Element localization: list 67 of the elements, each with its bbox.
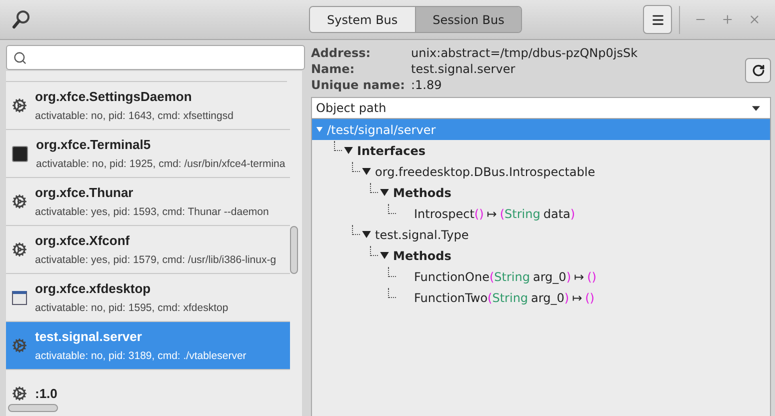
horizontal-scrollbar[interactable] (8, 404, 58, 412)
interface-label: test.signal.Type (375, 226, 469, 244)
method-signature: FunctionOne(String arg_0) ↦ () (414, 268, 596, 286)
tree-row[interactable]: FunctionOne(String arg_0) ↦ () (312, 266, 770, 287)
vertical-scrollbar[interactable] (290, 226, 298, 274)
service-details: activatable: no, pid: 1925, cmd: /usr/bin/xfce4-termina (36, 158, 286, 170)
tree-row[interactable]: Introspect() ↦ (String data) (312, 203, 770, 224)
menu-icon (650, 12, 664, 26)
tree-row[interactable]: Methods (312, 245, 770, 266)
service-name: org.xfce.Terminal5 (36, 136, 152, 152)
service-name: org.xfce.Thunar (35, 184, 134, 200)
service-item[interactable]: org.xfce.SettingsDaemon activatable: no, pid: 1643, cmd: xfsettingsd (6, 82, 290, 130)
magnifier-icon (12, 10, 30, 30)
search-icon (13, 50, 27, 64)
service-details: activatable: no, pid: 3189, cmd: ./vtableserver (35, 350, 246, 362)
method-signature: FunctionTwo(String arg_0) ↦ () (414, 290, 594, 306)
gear-icon (12, 242, 27, 257)
view-dropdown[interactable]: Object path (311, 97, 771, 119)
bus-tab[interactable]: Session Bus (414, 7, 522, 32)
info-label: Unique name: (311, 77, 406, 93)
service-item[interactable]: org.xfce.Xfconf activatable: yes, pid: 1579, cmd: /usr/lib/i386-linux-g (6, 226, 290, 274)
menu-button[interactable] (643, 5, 672, 34)
search-field[interactable] (6, 45, 305, 70)
service-name: :1.0 (35, 386, 58, 401)
info-label: Name: (311, 61, 356, 77)
gear-icon (12, 386, 27, 401)
service-details: activatable: no, pid: 1643, cmd: xfsettingsd (35, 110, 234, 122)
info-label: Address: (311, 45, 372, 61)
info-value: :1.89 (411, 77, 442, 93)
group-label: Interfaces (357, 142, 426, 160)
service-name: test.signal.server (35, 328, 143, 344)
expanded-arrow-icon[interactable] (362, 168, 371, 175)
service-details: activatable: yes, pid: 1579, cmd: /usr/lib/i386-linux-g (35, 254, 276, 266)
expanded-arrow-icon[interactable] (344, 147, 353, 154)
gear-icon (12, 194, 27, 209)
service-item[interactable]: org.xfce.Terminal5 activatable: no, pid: 1925, cmd: /usr/bin/xfce4-termina (6, 130, 290, 178)
refresh-icon (752, 64, 764, 77)
gear-icon (12, 98, 27, 113)
gear-icon (12, 338, 27, 353)
maximize-icon[interactable] (721, 13, 734, 26)
info-value: unix:abstract=/tmp/dbus-pzQNp0jsSk (411, 45, 638, 61)
service-name: org.xfce.xfdesktop (35, 280, 152, 296)
window-icon (12, 290, 27, 304)
tree-row[interactable]: Methods (312, 182, 770, 203)
bus-tab[interactable]: System Bus (310, 7, 415, 32)
tree-row[interactable]: test.signal.Type (312, 224, 770, 245)
service-name: org.xfce.Xfconf (35, 232, 131, 248)
group-label: Methods (393, 248, 452, 264)
object-path-label: /test/signal/server (327, 122, 436, 138)
refresh-button[interactable] (745, 58, 771, 83)
info-value: test.signal.server (411, 61, 516, 77)
expanded-arrow-icon[interactable] (362, 231, 371, 238)
close-icon[interactable] (748, 13, 761, 26)
tree-row[interactable]: FunctionTwo(String arg_0) ↦ () (312, 287, 770, 308)
service-item[interactable]: org.xfce.Thunar activatable: yes, pid: 1593, cmd: Thunar --daemon (6, 178, 290, 226)
service-details: activatable: yes, pid: 1593, cmd: Thunar --daemon (35, 206, 269, 218)
dropdown-arrow-icon (752, 106, 760, 110)
service-name: org.xfce.SettingsDaemon (35, 88, 193, 104)
interface-label: org.freedesktop.DBus.Introspectable (375, 164, 596, 180)
tree-row[interactable]: org.freedesktop.DBus.Introspectable (312, 161, 770, 182)
group-label: Methods (393, 184, 452, 202)
method-signature: Introspect() ↦ (String data) (414, 206, 576, 222)
terminal-icon (12, 146, 28, 162)
service-details: activatable: no, pid: 1595, cmd: xfdesktop (35, 302, 228, 314)
expanded-arrow-icon[interactable] (380, 189, 389, 196)
expanded-arrow-icon[interactable] (380, 252, 389, 259)
tree-row[interactable]: Interfaces (312, 140, 770, 161)
